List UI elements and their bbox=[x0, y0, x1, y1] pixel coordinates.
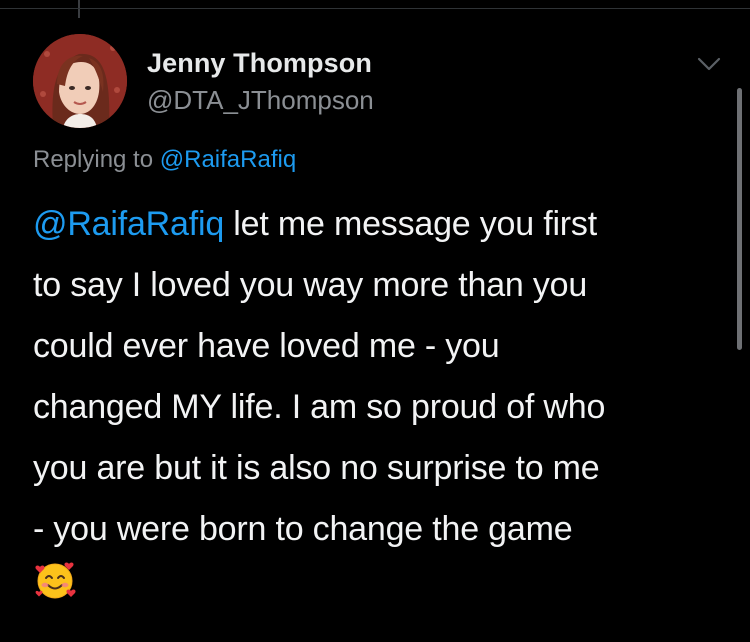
scrollbar[interactable] bbox=[737, 88, 742, 350]
replying-to-label: Replying to bbox=[33, 146, 154, 173]
mention-link[interactable]: @RaifaRafiq bbox=[33, 205, 224, 243]
tweet-text-line: changed MY life. I am so proud of who bbox=[33, 388, 606, 426]
chevron-down-icon[interactable] bbox=[695, 54, 723, 74]
replying-to: Replying to @RaifaRafiq bbox=[33, 146, 296, 174]
replying-to-mention-link[interactable]: @RaifaRafiq bbox=[160, 146, 296, 173]
tweet-text-line: - you were born to change the game bbox=[33, 510, 573, 548]
avatar[interactable] bbox=[33, 34, 127, 128]
author-display-name[interactable]: Jenny Thompson bbox=[147, 48, 372, 79]
tweet-text-line: to say I loved you way more than you bbox=[33, 266, 588, 304]
thread-connector-line bbox=[78, 0, 80, 18]
tweet-text-line: you are but it is also no surprise to me bbox=[33, 449, 600, 487]
tweet-text: @RaifaRafiq let me message you first to … bbox=[33, 194, 723, 560]
smiling-face-with-hearts-icon bbox=[35, 562, 76, 599]
avatar-photo bbox=[33, 34, 127, 128]
tweet-text-line: @RaifaRafiq let me message you first bbox=[33, 194, 723, 255]
divider bbox=[0, 8, 750, 9]
tweet-text-segment: let me message you first bbox=[224, 205, 597, 243]
tweet-text-line: could ever have loved me - you bbox=[33, 327, 500, 365]
author-handle[interactable]: @DTA_JThompson bbox=[147, 85, 374, 116]
